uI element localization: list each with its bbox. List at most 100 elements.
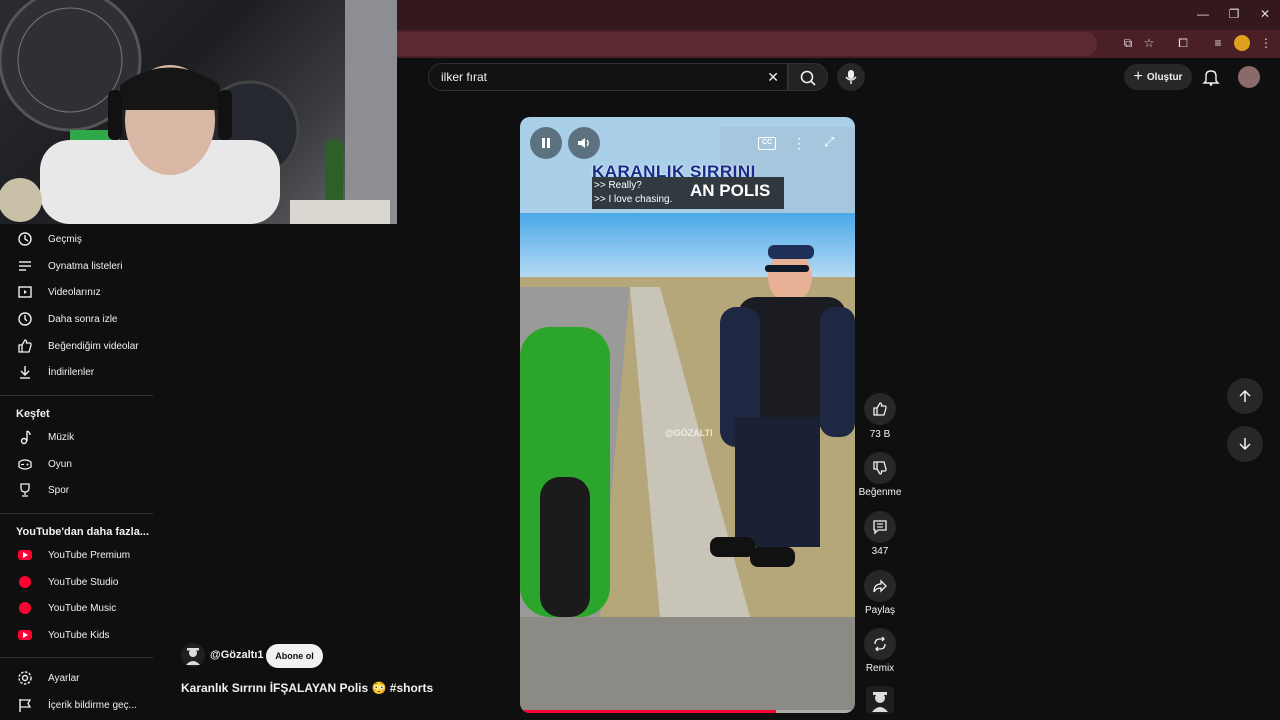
sidebar-item-label: Oyun (48, 458, 72, 470)
account-avatar[interactable] (1238, 66, 1260, 88)
more-from-youtube-heading: YouTube'dan daha fazla... (16, 526, 149, 538)
sidebar-item-label: YouTube Music (48, 602, 117, 614)
next-short-button[interactable] (1227, 426, 1263, 462)
restore-icon[interactable]: ❐ (1226, 6, 1242, 22)
mic-icon (845, 70, 857, 84)
thumbs-up-icon (873, 402, 887, 416)
sidebar-item-watch-later[interactable]: Daha sonra izle (0, 306, 160, 332)
video-watermark: @GÖZALTI (665, 428, 713, 438)
volume-button[interactable] (568, 127, 600, 159)
video-overlay-title-2: AN POLIS (690, 181, 771, 200)
sidebar-item-liked-videos[interactable]: Beğendiğim videolar (0, 333, 160, 359)
playlist-icon (16, 257, 34, 275)
gamepad-icon (16, 455, 34, 473)
minimize-icon[interactable]: — (1195, 6, 1211, 22)
sidebar-item-label: Daha sonra izle (48, 313, 118, 325)
bell-icon[interactable] (1202, 68, 1220, 86)
sidebar-item-music[interactable]: Müzik (0, 424, 160, 450)
sidebar-item-sports[interactable]: Spor (0, 477, 160, 503)
share-icon (873, 579, 887, 593)
sidebar-item-youtube-premium[interactable]: YouTube Premium (0, 542, 160, 568)
sidebar-item-youtube-studio[interactable]: YouTube Studio (0, 569, 160, 595)
remix-button[interactable] (864, 628, 896, 660)
search-button[interactable] (788, 63, 828, 91)
shorts-video-player[interactable]: KARANLIK SIRRINI >> Really? >> I love ch… (520, 117, 855, 713)
channel-handle[interactable]: @Gözaltı1 (210, 649, 264, 661)
sidebar-divider (0, 395, 153, 396)
pause-button[interactable] (530, 127, 562, 159)
caption-line: >> I love chasing. (594, 194, 673, 205)
subscribe-button[interactable]: Abone ol (266, 644, 323, 668)
channel-thumbnail-small[interactable] (866, 686, 894, 714)
comments-button[interactable] (864, 511, 896, 543)
thumbs-up-icon (16, 337, 34, 355)
search-icon (800, 70, 816, 86)
previous-short-button[interactable] (1227, 378, 1263, 414)
sidebar-item-report-history[interactable]: İçerik bildirme geç... (0, 692, 160, 718)
search-input[interactable]: ilker fırat (441, 70, 487, 84)
caption-box: >> Really? >> I love chasing. AN POLIS (592, 177, 784, 209)
url-field[interactable] (397, 32, 1097, 56)
sidebar-item-label: Geçmiş (48, 233, 82, 245)
more-options-icon[interactable]: ⋮ (792, 135, 806, 152)
history-icon (16, 230, 34, 248)
sidebar-item-your-videos[interactable]: Videolarınız (0, 279, 160, 305)
sidebar-item-label: Videolarınız (48, 286, 101, 298)
dislike-button[interactable] (864, 452, 896, 484)
sidebar-item-settings[interactable]: Ayarlar (0, 665, 160, 691)
fullscreen-icon[interactable]: ⤢ (824, 134, 834, 150)
sidebar-divider (0, 513, 153, 514)
cc-icon[interactable]: CC (758, 137, 776, 150)
sidebar-item-label: YouTube Premium (48, 549, 131, 561)
plus-icon: + (1133, 68, 1143, 85)
browser-menu-icon[interactable]: ⋮ (1258, 35, 1274, 51)
create-label: Oluştur (1146, 71, 1183, 83)
sidebar-item-label: YouTube Kids (48, 629, 110, 641)
sidebar-item-label: İndirilenler (48, 366, 95, 378)
sidebar-item-label: Oynatma listeleri (48, 260, 123, 272)
browser-titlebar: — ❐ ✕ (397, 0, 1280, 30)
extensions-icon[interactable]: ⧠ (1175, 35, 1191, 51)
create-button[interactable]: + Oluştur (1124, 64, 1192, 90)
youtube-kids-icon (16, 626, 34, 644)
channel-avatar[interactable] (181, 643, 205, 667)
sidebar-item-playlists[interactable]: Oynatma listeleri (0, 253, 160, 279)
gear-icon (16, 669, 34, 687)
volume-icon (578, 138, 589, 148)
progress-track[interactable] (524, 710, 851, 713)
sidebar-item-label: YouTube Studio (48, 576, 119, 588)
video-icon (16, 283, 34, 301)
sidebar-item-gaming[interactable]: Oyun (0, 451, 160, 477)
sidebar-divider (0, 657, 153, 658)
like-count: 73 B (869, 429, 891, 440)
install-icon[interactable]: ⧉ (1120, 35, 1136, 51)
bookmark-star-icon[interactable]: ☆ (1141, 35, 1157, 51)
arrow-down-icon (1239, 438, 1251, 451)
share-button[interactable] (864, 570, 896, 602)
arrow-up-icon (1239, 389, 1251, 402)
spy-avatar-icon (186, 648, 200, 665)
sidebar-item-youtube-kids[interactable]: YouTube Kids (0, 622, 160, 648)
sidebar: Geçmiş Oynatma listeleri Videolarınız Da… (0, 224, 160, 720)
caption-line: >> Really? (594, 180, 642, 191)
spy-avatar-icon (872, 692, 888, 712)
profile-avatar-icon[interactable] (1234, 35, 1250, 51)
trophy-icon (16, 481, 34, 499)
like-button[interactable] (864, 393, 896, 425)
sidebar-item-label: İçerik bildirme geç... (48, 699, 137, 711)
sidebar-item-downloads[interactable]: İndirilenler (0, 359, 160, 385)
sidebar-item-label: Müzik (48, 431, 75, 443)
dislike-label: Beğenme (858, 487, 902, 498)
media-control-icon[interactable]: ≡ (1210, 35, 1226, 51)
sidebar-item-youtube-music[interactable]: YouTube Music (0, 595, 160, 621)
download-icon (16, 363, 34, 381)
sidebar-item-history[interactable]: Geçmiş (0, 226, 160, 252)
voice-search-button[interactable] (837, 63, 865, 91)
remix-label: Remix (865, 663, 895, 674)
close-window-icon[interactable]: ✕ (1257, 6, 1273, 22)
flag-icon (16, 696, 34, 714)
sidebar-item-label: Spor (48, 484, 70, 496)
youtube-studio-icon (16, 573, 34, 591)
search-box[interactable]: ilker fırat ✕ (428, 63, 788, 91)
close-icon[interactable]: ✕ (767, 69, 779, 86)
